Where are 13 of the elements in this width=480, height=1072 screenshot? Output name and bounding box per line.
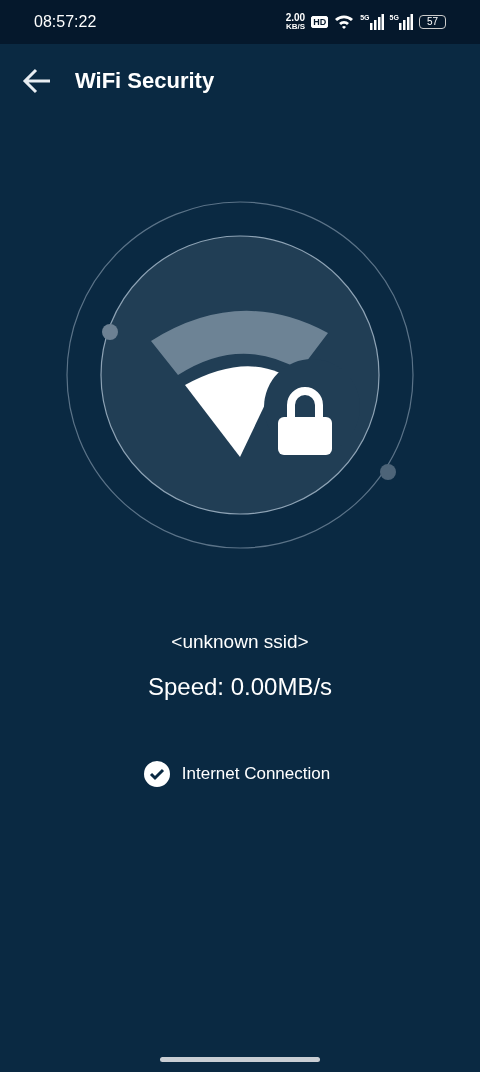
speed-text: Speed: 0.00MB/s xyxy=(147,673,333,701)
check-label: Internet Connection xyxy=(181,764,331,784)
wifi-icon xyxy=(334,14,355,30)
signal-icon xyxy=(398,14,413,30)
hd-badge: HD xyxy=(311,16,329,28)
network-name: <unknown ssid> xyxy=(171,631,309,653)
network-speed: 2.00 xyxy=(285,13,306,23)
signal-icon xyxy=(369,14,384,30)
page-title: WiFi Security xyxy=(75,68,215,94)
back-arrow-icon[interactable] xyxy=(22,68,52,94)
battery-indicator: 57 xyxy=(418,15,446,29)
network-speed-unit: KB/S xyxy=(285,23,305,31)
status-time: 08:57:22 xyxy=(34,13,97,31)
